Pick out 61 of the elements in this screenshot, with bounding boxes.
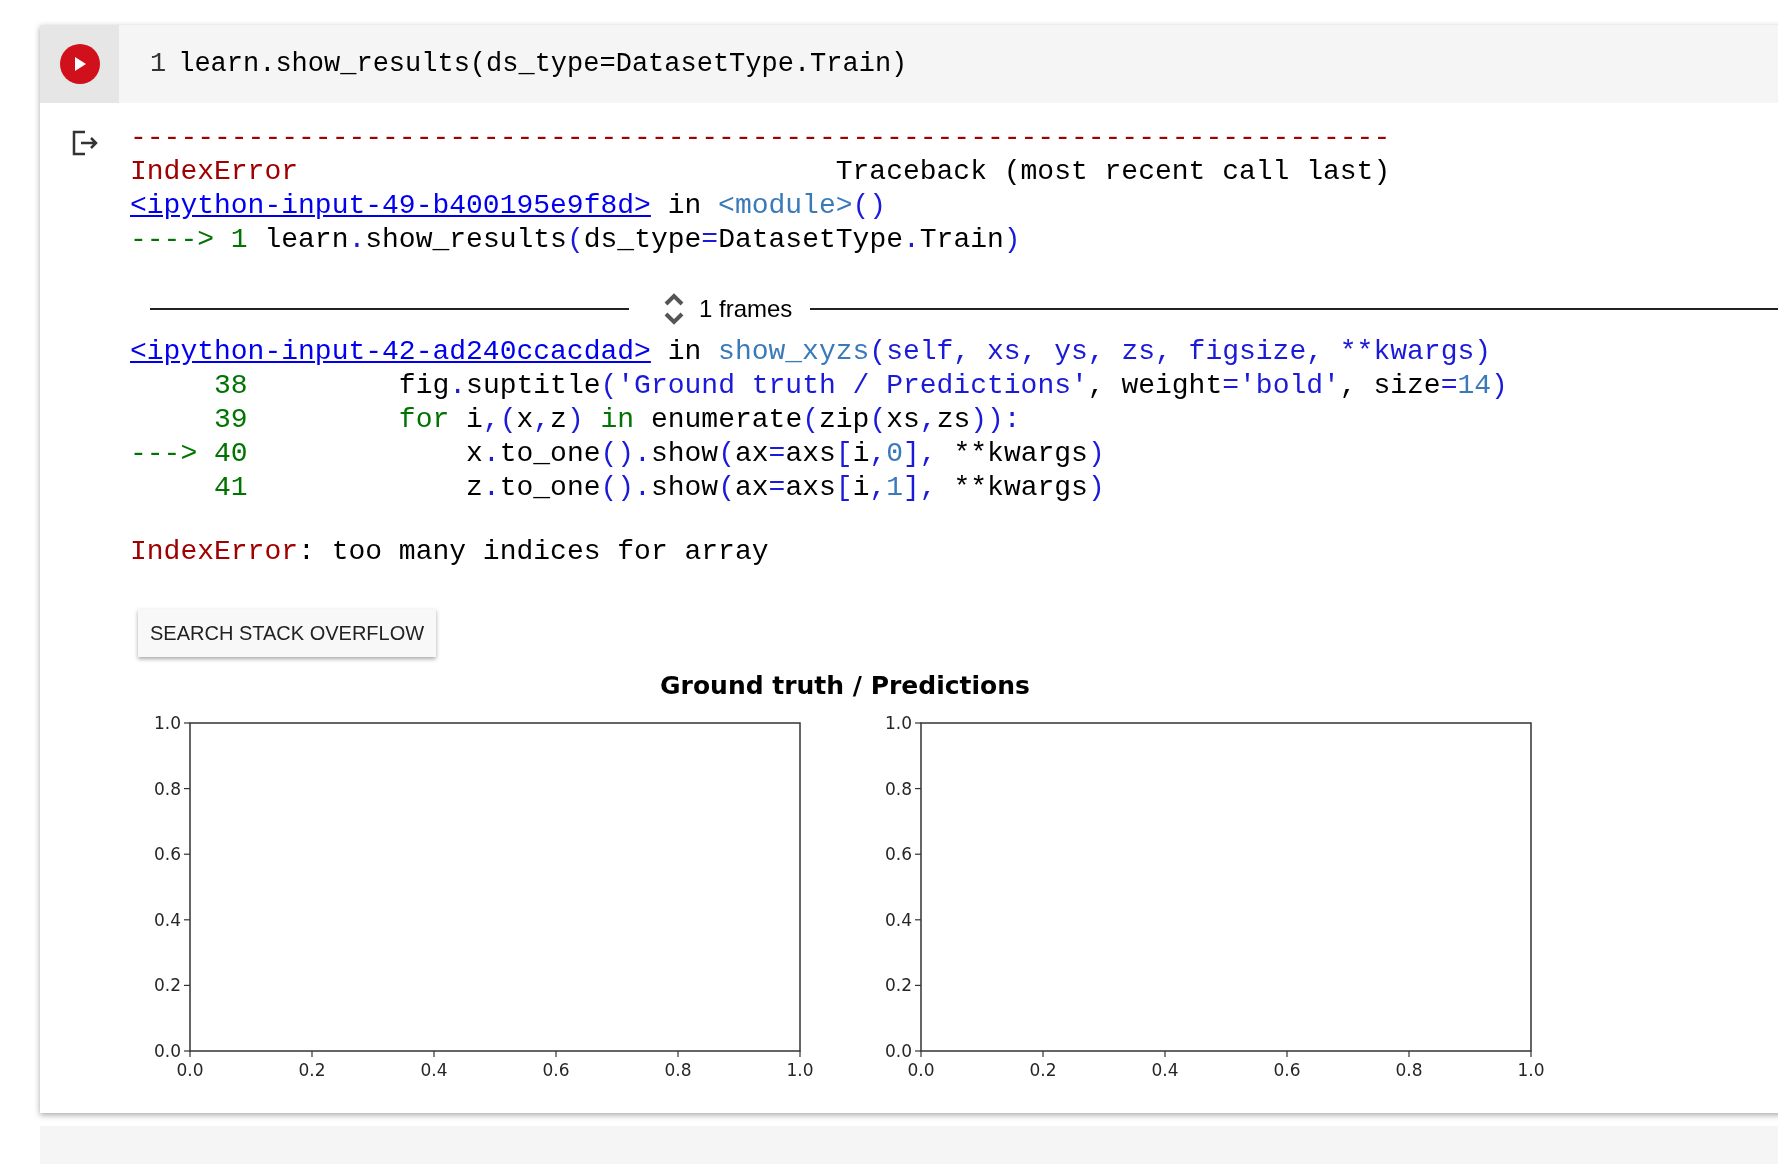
x-tick: 0.8 — [1395, 1050, 1423, 1080]
y-tick: 0.8 — [884, 778, 922, 799]
y-tick-label: 0.6 — [153, 844, 181, 865]
x-tick-label: 0.4 — [1151, 1060, 1179, 1080]
x-tick: 0.8 — [664, 1050, 692, 1080]
y-tick-label: 0.6 — [884, 844, 912, 865]
x-tick-label: 0.0 — [907, 1060, 935, 1080]
y-tick: 1.0 — [884, 713, 922, 733]
y-tick-label: 0.4 — [153, 909, 181, 930]
x-tick: 0.6 — [542, 1050, 570, 1080]
y-tick: 0.2 — [884, 975, 922, 996]
y-tick-label: 0.4 — [884, 909, 912, 930]
y-tick-label: 0.2 — [884, 975, 912, 996]
expand-collapse-icon[interactable] — [663, 292, 685, 326]
y-tick-label: 0.2 — [153, 975, 181, 996]
traceback-line: <ipython-input-49-b400195e9f8d> in <module>() — [130, 189, 888, 223]
y-tick-label: 0.8 — [153, 778, 181, 799]
y-tick: 0.4 — [884, 909, 922, 930]
y-tick: 1.0 — [153, 713, 191, 733]
search-stack-overflow-button[interactable]: SEARCH STACK OVERFLOW — [138, 609, 437, 657]
traceback-line: 38 fig.suptitle('Ground truth / Predictions', weight='bold', size=14) — [213, 369, 1509, 403]
x-tick-label: 0.6 — [542, 1060, 570, 1080]
traceback-line: ----> 1 learn.show_results(ds_type=DatasetType.Train) — [130, 223, 1022, 257]
y-tick-label: 1.0 — [884, 713, 912, 733]
traceback-line: ---> 40 x.to_one().show(ax=axs[i,0], **kwargs) — [130, 437, 1106, 471]
play-icon — [72, 56, 87, 72]
x-tick-label: 0.8 — [1395, 1060, 1423, 1080]
y-tick: 0.8 — [153, 778, 191, 799]
y-tick: 0.6 — [884, 844, 922, 865]
traceback-line: IndexError: too many indices for array — [130, 535, 770, 569]
run-button[interactable] — [59, 44, 100, 84]
x-tick-label: 0.6 — [1273, 1060, 1301, 1080]
x-tick-label: 1.0 — [786, 1060, 814, 1080]
traceback-line: <ipython-input-42-ad240ccacdad> in show_xyzs(self, xs, ys, zs, figsize, **kwargs) — [130, 335, 1493, 369]
figure-title: Ground truth / Predictions — [660, 671, 1030, 700]
traceback-line: --------------------------------------------------------------------------- — [130, 121, 1392, 155]
output-icon[interactable] — [71, 129, 99, 157]
y-tick: 0.2 — [153, 975, 191, 996]
traceback-line: IndexError Traceback (most recent call last) — [130, 155, 1392, 189]
y-tick: 0.4 — [153, 909, 191, 930]
x-tick-label: 1.0 — [1517, 1060, 1545, 1080]
x-tick: 0.4 — [420, 1050, 448, 1080]
x-tick-label: 0.4 — [420, 1060, 448, 1080]
x-tick: 0.6 — [1273, 1050, 1301, 1080]
x-tick: 0.2 — [298, 1050, 326, 1080]
x-tick-label: 0.2 — [298, 1060, 326, 1080]
frames-toggle[interactable]: 1 frames — [699, 291, 793, 327]
x-tick: 1.0 — [786, 1050, 814, 1080]
line-number: 1 — [150, 48, 167, 81]
x-tick-label: 0.2 — [1029, 1060, 1057, 1080]
code-line: learn.show_results(ds_type=DatasetType.Train) — [178, 48, 908, 81]
y-tick-label: 1.0 — [153, 713, 181, 733]
x-tick-label: 0.8 — [664, 1060, 692, 1080]
y-tick: 0.6 — [153, 844, 191, 865]
y-tick-label: 0.8 — [884, 778, 912, 799]
x-tick: 1.0 — [1517, 1050, 1545, 1080]
x-tick: 0.2 — [1029, 1050, 1057, 1080]
x-tick: 0.4 — [1151, 1050, 1179, 1080]
traceback-line: 41 z.to_one().show(ax=axs[i,1], **kwargs) — [213, 471, 1106, 505]
traceback-line: 39 for i,(x,z) in enumerate(zip(xs,zs)): — [213, 403, 1022, 437]
x-tick-label: 0.0 — [176, 1060, 204, 1080]
